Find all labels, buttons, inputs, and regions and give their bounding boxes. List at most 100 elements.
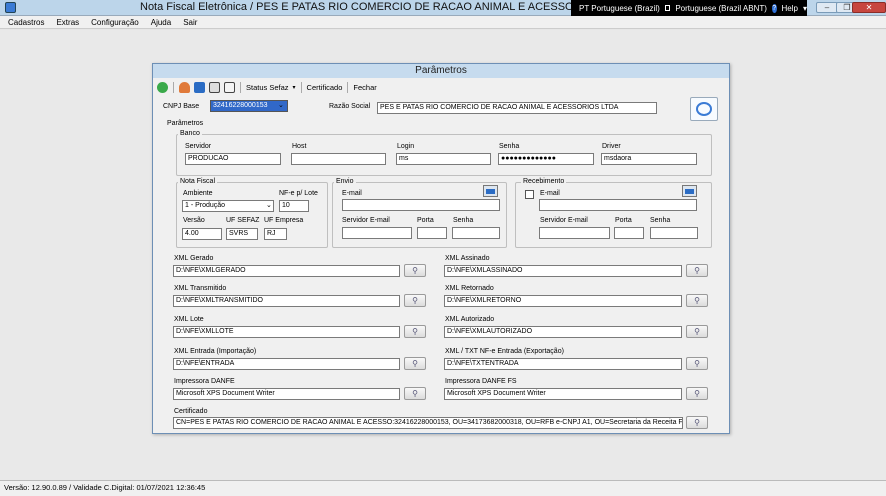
user-icon[interactable] [179,81,190,93]
xml-retornado-search-button[interactable]: ⚲ [686,294,708,307]
impressora-fs-field[interactable]: Microsoft XPS Document Writer [444,388,682,400]
impressora-field[interactable]: Microsoft XPS Document Writer [173,388,400,400]
menu-ajuda[interactable]: Ajuda [151,18,171,27]
menu-configuracao[interactable]: Configuração [91,18,139,27]
language-indicator[interactable]: PT Portuguese (Brazil) [579,4,660,13]
nota-fiscal-title: Nota Fiscal [178,178,218,185]
recebimento-email-field[interactable] [539,199,697,211]
driver-label: Driver [602,143,621,150]
versao-field[interactable]: 4.00 [182,228,222,240]
cnpj-base-select[interactable]: 32416228000153 [210,100,288,112]
certificado-search-button[interactable]: ⚲ [686,416,708,429]
recebimento-porta-field[interactable] [614,227,644,239]
certificado-label: Certificado [174,408,208,415]
search-icon: ⚲ [694,327,700,336]
recebimento-email-label: E-mail [540,190,560,197]
envio-mail-check-icon[interactable] [483,185,498,197]
xml-transmitido-field[interactable]: D:\NFE\XMLTRANSMITIDO [173,295,400,307]
xml-assinado-field[interactable]: D:\NFE\XMLASSINADO [444,265,682,277]
xml-autorizado-field[interactable]: D:\NFE\XMLAUTORIZADO [444,326,682,338]
host-label: Host [292,143,307,150]
search-icon: ⚲ [412,327,418,336]
certificado-field[interactable]: CN=PES E PATAS RIO COMERCIO DE RACAO ANI… [173,417,683,429]
impressora-search-button[interactable]: ⚲ [404,387,426,400]
servidor-label: Servidor [185,143,212,150]
close-button[interactable]: ✕ [852,2,886,13]
document-icon[interactable] [224,81,235,93]
xml-retornado-field[interactable]: D:\NFE\XMLRETORNO [444,295,682,307]
recebimento-servidor-field[interactable] [539,227,610,239]
envio-porta-field[interactable] [417,227,447,239]
xml-transmitido-search-button[interactable]: ⚲ [404,294,426,307]
search-icon: ⚲ [412,266,418,275]
xml-entrada-search-button[interactable]: ⚲ [404,357,426,370]
xml-assinado-search-button[interactable]: ⚲ [686,264,708,277]
search-icon: ⚲ [412,389,418,398]
uf-empresa-label: UF Empresa [264,217,304,224]
fechar-button[interactable]: Fechar [353,83,376,92]
xml-lote-field[interactable]: D:\NFE\XMLLOTE [173,326,400,338]
dialog-toolbar: Status Sefaz ▾ Certificado Fechar [157,80,377,94]
impressora-fs-label: Impressora DANFE FS [445,378,517,385]
recebimento-mail-check-icon[interactable] [682,185,697,197]
xml-autorizado-search-button[interactable]: ⚲ [686,325,708,338]
xml-entrada-field[interactable]: D:\NFE\ENTRADA [173,358,400,370]
menu-sair[interactable]: Sair [183,18,197,27]
search-icon: ⚲ [694,389,700,398]
confirm-icon[interactable] [157,81,168,93]
envio-servidor-field[interactable] [342,227,412,239]
xml-lote-search-button[interactable]: ⚲ [404,325,426,338]
senha-label: Senha [499,143,520,150]
search-icon: ⚲ [694,266,700,275]
report-icon[interactable] [209,81,220,93]
help-icon[interactable]: ? [771,3,777,13]
login-field[interactable]: ms [396,153,491,165]
minimize-button[interactable]: ‒ [816,2,838,13]
envio-porta-label: Porta [417,217,434,224]
langbar-options-icon[interactable]: ▾ [803,4,807,13]
recebimento-senha-label: Senha [650,217,671,224]
language-bar[interactable]: PT Portuguese (Brazil) Portuguese (Brazi… [571,0,807,16]
razao-social-field[interactable]: PES E PATAS RIO COMERCIO DE RACAO ANIMAL… [377,102,657,114]
envio-title: Envio [334,178,356,185]
nfe-lote-field[interactable]: 10 [279,200,309,212]
nfe-lote-label: NF-e p/ Lote [279,190,318,197]
chevron-down-icon[interactable]: ⌄ [278,101,284,109]
envio-servidor-label: Servidor E-mail [342,217,390,224]
xml-txt-field[interactable]: D:\NFE\TXTENTRADA [444,358,682,370]
status-text: Versão: 12.90.0.89 / Validade C.Digital:… [4,483,206,492]
xml-gerado-field[interactable]: D:\NFE\XMLGERADO [173,265,400,277]
recebimento-checkbox[interactable] [525,190,534,199]
ambiente-select[interactable]: 1 - Produção [182,200,274,212]
toolbar-separator [347,81,349,93]
servidor-field[interactable]: PRODUCAO [185,153,281,165]
chevron-down-icon[interactable]: ⌄ [266,201,272,209]
xml-assinado-label: XML Assinado [445,255,490,262]
xml-gerado-search-button[interactable]: ⚲ [404,264,426,277]
impressora-fs-search-button[interactable]: ⚲ [686,387,708,400]
senha-field[interactable]: ●●●●●●●●●●●●● [498,153,594,165]
host-field[interactable] [291,153,386,165]
chevron-down-icon[interactable]: ▾ [293,84,296,91]
uf-empresa-field[interactable]: RJ [264,228,287,240]
xml-txt-search-button[interactable]: ⚲ [686,357,708,370]
uf-sefaz-field[interactable]: SVRS [226,228,258,240]
search-icon: ⚲ [694,359,700,368]
envio-email-label: E-mail [342,190,362,197]
envio-email-field[interactable] [342,199,500,211]
xml-autorizado-label: XML Autorizado [445,316,495,323]
recebimento-senha-field[interactable] [650,227,698,239]
ambiente-label: Ambiente [183,190,213,197]
help-label[interactable]: Help [782,4,798,13]
parametros-label: Parâmetros [167,120,204,127]
checklist-icon[interactable] [194,81,205,93]
banco-title: Banco [178,130,202,137]
driver-field[interactable]: msdaora [601,153,697,165]
certificado-button[interactable]: Certificado [307,83,343,92]
keyboard-layout[interactable]: Portuguese (Brazil ABNT) [675,4,767,13]
status-sefaz-button[interactable]: Status Sefaz [246,83,289,92]
toolbar-separator [240,81,241,93]
envio-senha-field[interactable] [452,227,500,239]
menu-extras[interactable]: Extras [56,18,79,27]
menu-cadastros[interactable]: Cadastros [8,18,44,27]
